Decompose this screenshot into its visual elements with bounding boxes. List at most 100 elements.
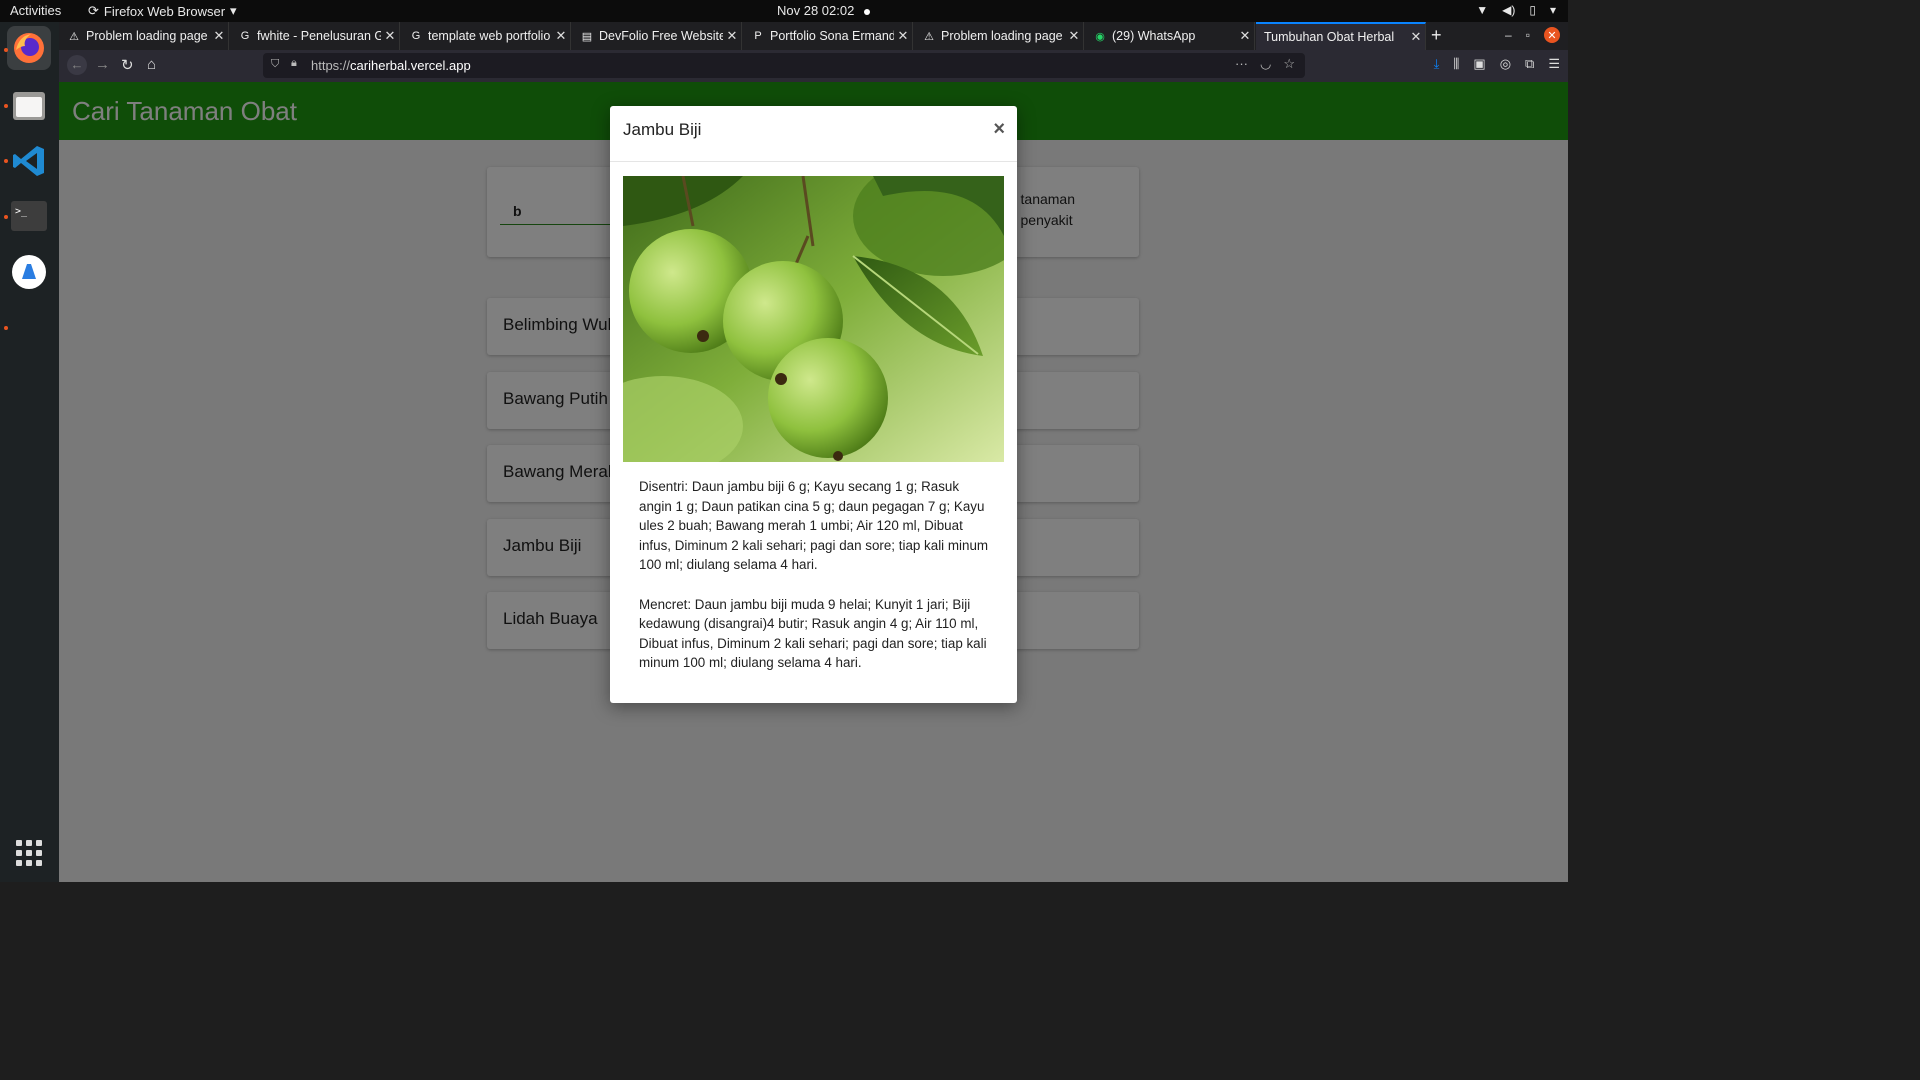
clock[interactable]: Nov 28 02:02 [777,3,871,18]
lock-icon: 🔒︎ [291,57,297,69]
system-top-bar: Activities ⟳ Firefox Web Browser ▾ Nov 2… [0,0,1568,22]
browser-tab[interactable]: ▤ DevFolio Free Website ✕ [572,22,742,50]
tab-title: template web portfolio [428,29,551,43]
modal-header: Jambu Biji × [610,106,1017,162]
plant-detail-modal: Jambu Biji × Disentri: Daun jambu biji 6… [610,106,1017,703]
tab-close-icon[interactable]: ✕ [1065,28,1083,44]
modal-close-button[interactable]: × [993,118,1005,141]
tab-close-icon[interactable]: ✕ [1407,29,1425,45]
modal-body: Disentri: Daun jambu biji 6 g; Kayu seca… [639,477,989,693]
new-tab-button[interactable]: + [1431,25,1442,46]
account-icon[interactable]: ◎ [1500,56,1511,72]
tab-close-icon[interactable]: ✕ [894,28,912,44]
vscode-icon [13,146,44,176]
running-indicator [4,326,8,330]
tab-bar: ⚠ Problem loading page ✕ G fwhite - Pene… [59,22,1568,50]
nav-bar: ← → ↻ ⌂ ⛉ 🔒︎ https://cariherbal.vercel.a… [59,50,1568,82]
back-arrow-icon[interactable]: ← [67,55,87,75]
browser-tab-active[interactable]: Tumbuhan Obat Herbal ✕ [1256,22,1426,50]
browser-tab[interactable]: ⚠ Problem loading page ✕ [59,22,229,50]
modal-title: Jambu Biji [623,120,702,139]
clock-text: Nov 28 02:02 [777,3,855,18]
browser-tab[interactable]: P Portfolio Sona Ermando ✕ [743,22,913,50]
app-menu[interactable]: ⟳ Firefox Web Browser ▾ [88,3,237,19]
bookmark-star-icon[interactable]: ☆ [1283,56,1295,72]
dock-files[interactable] [7,84,51,128]
tab-title: (29) WhatsApp [1112,29,1196,43]
url-host: cariherbal.vercel.app [350,58,471,73]
terminal-icon: >_ [11,201,47,231]
files-icon [13,92,45,120]
home-icon[interactable]: ⌂ [147,56,156,73]
tab-close-icon[interactable]: ✕ [723,28,741,44]
dock-vscode[interactable] [7,139,51,183]
browser-tab[interactable]: ⚠ Problem loading page ✕ [914,22,1084,50]
browser-tab[interactable]: G fwhite - Penelusuran G ✕ [230,22,400,50]
shield-icon: ⛉ [271,58,280,70]
dock-terminal[interactable]: >_ [7,194,51,238]
extensions-icon[interactable]: ⧉ [1525,56,1534,72]
p-icon: P [754,30,762,42]
dock: >_ [0,22,59,882]
more-actions-icon[interactable]: ··· [1235,56,1248,72]
running-indicator [4,159,8,163]
tab-title: Tumbuhan Obat Herbal [1264,30,1395,44]
wifi-icon: ▼ [1476,3,1489,17]
warning-icon: ⚠ [924,30,934,43]
minimize-icon[interactable]: – [1505,28,1512,42]
software-center-icon [12,255,46,289]
window-close-icon[interactable]: ✕ [1544,27,1560,43]
browser-tab[interactable]: G template web portfolio ✕ [401,22,571,50]
firefox-icon [14,33,44,63]
remedy-paragraph: Disentri: Daun jambu biji 6 g; Kayu seca… [639,479,989,573]
volume-icon: ◀) [1502,3,1516,17]
google-icon: G [240,30,250,42]
dock-firefox[interactable] [7,26,51,70]
show-applications-icon[interactable] [16,840,42,866]
battery-icon: ▯ [1529,3,1536,17]
system-tray[interactable]: ▼ ◀) ▯ ▾ [1476,3,1556,17]
running-indicator [4,104,8,108]
tray-chevron-down-icon: ▾ [1549,3,1556,17]
remedy-paragraph: Mencret: Daun jambu biji muda 9 helai; K… [639,596,987,671]
restore-icon[interactable]: ▫ [1526,28,1530,42]
tab-title: fwhite - Penelusuran G [257,29,381,43]
download-icon[interactable]: ⤓ [1434,56,1440,72]
dock-software[interactable] [7,250,51,294]
url-bar[interactable]: ⛉ 🔒︎ https://cariherbal.vercel.app ··· ◡… [263,53,1305,78]
menu-icon[interactable]: ☰ [1548,56,1560,72]
firefox-small-icon: ⟳ [88,3,99,18]
notification-dot [864,8,871,15]
running-indicator [4,48,8,52]
pocket-icon[interactable]: ◡ [1260,56,1271,72]
browser-tab[interactable]: ◉ (29) WhatsApp ✕ [1085,22,1255,50]
library-icon[interactable]: ⫼ [1453,56,1459,72]
tab-title: Portfolio Sona Ermando [770,29,894,43]
toolbar-icons: ⤓ ⫼ ▣ ◎ ⧉ ☰ [1434,56,1560,72]
url-text: https://cariherbal.vercel.app [311,58,471,73]
window-controls: – ▫ ✕ [1505,27,1560,43]
guava-photo [623,176,1004,462]
whatsapp-icon: ◉ [1095,30,1105,43]
page: Cari Tanaman Obat b tanaman penyakit Bel… [59,82,1568,882]
sidebar-icon[interactable]: ▣ [1473,56,1485,72]
tab-title: Problem loading page [86,29,208,43]
forward-arrow-icon[interactable]: → [95,56,110,73]
google-icon: G [411,30,421,42]
activities-button[interactable]: Activities [10,3,61,18]
warning-icon: ⚠ [69,30,79,43]
svg-text:>_: >_ [15,206,28,217]
url-actions: ··· ◡ ☆ [1235,56,1295,72]
chevron-down-icon: ▾ [230,3,237,18]
page-icon: ▤ [581,30,593,43]
reload-icon[interactable]: ↻ [121,56,134,74]
url-prefix: https:// [311,58,351,73]
running-indicator [4,215,8,219]
tab-close-icon[interactable]: ✕ [1236,28,1254,44]
tab-close-icon[interactable]: ✕ [210,28,228,44]
tab-close-icon[interactable]: ✕ [381,28,399,44]
plant-photo [623,176,1004,462]
app-menu-label: Firefox Web Browser [103,3,226,19]
tab-close-icon[interactable]: ✕ [552,28,570,44]
tab-title: DevFolio Free Website [599,29,723,43]
